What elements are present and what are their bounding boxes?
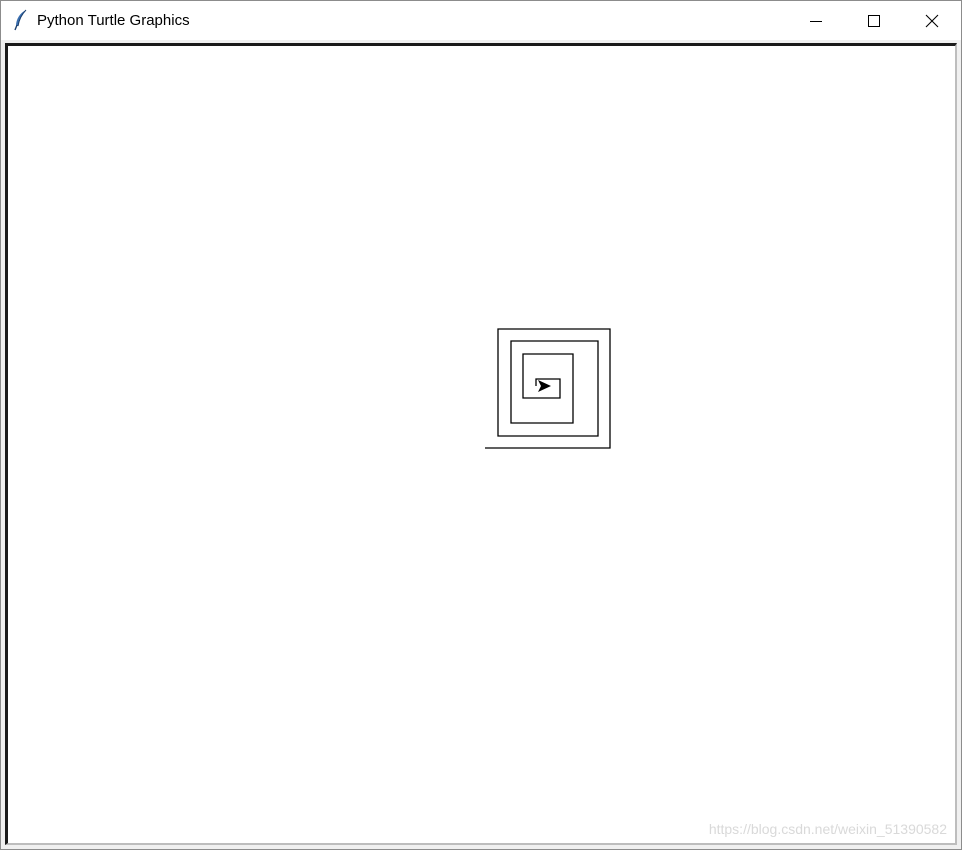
turtle-window: Python Turtle Graphics https://blog.csdn… xyxy=(0,0,962,850)
watermark-text: https://blog.csdn.net/weixin_51390582 xyxy=(708,821,947,837)
minimize-icon xyxy=(810,20,822,22)
maximize-icon xyxy=(868,14,880,27)
maximize-button[interactable] xyxy=(845,1,903,40)
minimize-button[interactable] xyxy=(787,1,845,40)
spiral-path xyxy=(485,328,611,449)
turtle-canvas[interactable]: https://blog.csdn.net/weixin_51390582 xyxy=(5,43,957,845)
window-title: Python Turtle Graphics xyxy=(37,12,190,29)
title-bar[interactable]: Python Turtle Graphics xyxy=(1,1,961,40)
close-button[interactable] xyxy=(903,1,961,40)
drawing-surface xyxy=(485,328,611,449)
close-icon xyxy=(925,14,939,27)
turtle-cursor-icon xyxy=(538,380,551,392)
feather-icon xyxy=(14,9,27,31)
